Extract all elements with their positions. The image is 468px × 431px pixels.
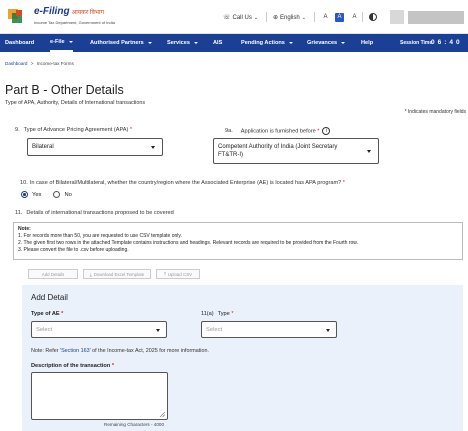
download-template-button[interactable]: ⤓ Download Excel Template <box>83 269 151 279</box>
breadcrumb-separator: > <box>30 61 34 66</box>
logo-subtitle: Income Tax Department, Government of Ind… <box>34 20 115 25</box>
radio-yes-label: Yes <box>32 191 42 198</box>
chevron-down-icon <box>367 150 371 153</box>
session-time-label: Session Time <box>400 40 433 46</box>
resize-handle-icon[interactable] <box>160 412 165 417</box>
description-label: Description of the transaction * <box>31 363 114 369</box>
note-line: 1. For records more than 50, you are req… <box>18 233 182 239</box>
nav-ais[interactable]: AIS <box>213 34 222 52</box>
phone-icon: ☏ <box>223 15 231 21</box>
note-line: 2. The given first two rows in the attac… <box>18 240 358 246</box>
emblem-logo-icon[interactable] <box>4 6 32 28</box>
nav-help[interactable]: Help <box>361 34 373 52</box>
radio-no[interactable] <box>53 191 61 198</box>
call-us-label: Call Us <box>232 14 252 21</box>
chevron-down-icon: ⌄ <box>301 14 306 21</box>
application-furnished-value: Competent Authority of India (Joint Secr… <box>218 144 338 158</box>
nav-authorised-partners[interactable]: Authorised Partners <box>90 34 152 52</box>
upload-icon: ⤒ <box>163 271 166 277</box>
chevron-down-icon <box>341 42 346 44</box>
note-box: Note: 1. For records more than 50, you a… <box>13 222 463 260</box>
application-furnished-select[interactable]: Competent Authority of India (Joint Secr… <box>213 138 379 164</box>
font-decrease-button[interactable]: A <box>321 13 330 22</box>
main-nav: Dashboard e-File Authorised Partners Ser… <box>0 34 468 52</box>
radio-no-label: No <box>64 191 72 198</box>
chevron-down-icon <box>288 42 293 44</box>
type-select[interactable]: Select <box>201 321 337 338</box>
add-detail-title: Add Detail <box>31 293 68 302</box>
contrast-icon[interactable] <box>369 13 377 21</box>
section-note: Note: Refer 'Section 163' of the Income-… <box>31 348 209 354</box>
chevron-down-icon <box>194 42 199 44</box>
upload-csv-button[interactable]: ⤒ Upload CSV <box>156 269 200 279</box>
globe-icon: ⊕ <box>273 15 279 21</box>
remaining-characters: Remaining Characters - 4000 <box>104 422 165 427</box>
font-increase-button[interactable]: A <box>350 13 359 22</box>
divider <box>362 12 363 22</box>
user-name-redacted[interactable] <box>408 11 464 24</box>
note-title: Note: <box>18 226 31 232</box>
chevron-down-icon: ⌄ <box>253 14 259 21</box>
nav-services[interactable]: Services <box>167 34 199 52</box>
chevron-down-icon <box>68 41 73 43</box>
breadcrumb-current: Income-tax Forms <box>36 61 74 66</box>
logo-title[interactable]: e-Filing आयकर विभाग <box>34 6 104 17</box>
apa-type-value: Bilateral <box>32 144 54 150</box>
apa-type-label: 9. Type of Advance Pricing Agreement (APA… <box>15 127 133 133</box>
note-line: 3. Please convert the file to .csv befor… <box>18 247 129 253</box>
radio-yes[interactable] <box>21 191 28 198</box>
nav-grievances[interactable]: Grievances <box>307 34 346 52</box>
divider <box>314 12 315 22</box>
type-of-ae-label: Type of AE * <box>31 311 64 317</box>
chevron-down-icon <box>326 328 330 332</box>
page-subtitle: Type of APA, Authority, Details of Inter… <box>5 100 146 106</box>
apa-program-radio-group: Yes No <box>21 191 72 198</box>
language-select[interactable]: ⊕ English ⌄ <box>273 14 306 22</box>
type-label: 11(a) Type * <box>201 311 234 317</box>
type-of-ae-placeholder: Select <box>36 326 53 333</box>
avatar[interactable] <box>390 10 404 24</box>
language-label: English <box>280 14 300 21</box>
chevron-down-icon <box>147 42 152 44</box>
add-details-button[interactable]: Add Details <box>28 269 78 279</box>
top-header: e-Filing आयकर विभाग Income Tax Department… <box>0 0 468 34</box>
type-placeholder: Select <box>206 326 223 333</box>
info-icon[interactable]: i <box>322 127 331 135</box>
call-us-menu[interactable]: ☏ Call Us ⌄ <box>223 14 259 22</box>
nav-dashboard[interactable]: Dashboard <box>5 34 34 52</box>
session-timer: 06:40 <box>431 39 463 46</box>
international-transactions-label: 11. Details of international transactions… <box>15 210 174 216</box>
download-icon: ⤓ <box>89 271 92 277</box>
description-textarea[interactable] <box>31 372 168 420</box>
chevron-down-icon <box>151 146 155 149</box>
breadcrumb-dashboard[interactable]: Dashboard <box>5 61 27 66</box>
logo-hindi: आयकर विभाग <box>71 10 104 16</box>
chevron-down-icon <box>156 328 160 332</box>
apa-program-question: 10. In case of Bilateral/Multilateral, wh… <box>20 180 345 186</box>
type-of-ae-select[interactable]: Select <box>31 321 167 338</box>
section-163-link[interactable]: 'Section 163' <box>60 348 91 354</box>
nav-e-file[interactable]: e-File <box>50 34 73 52</box>
page-title: Part B - Other Details <box>5 83 124 97</box>
nav-pending-actions[interactable]: Pending Actions <box>241 34 293 52</box>
application-furnished-label: 9a. Application is furnished before * i <box>225 127 331 135</box>
font-default-button[interactable]: A <box>335 13 344 22</box>
divider <box>266 12 267 22</box>
apa-type-select[interactable]: Bilateral <box>27 138 163 156</box>
mandatory-note: * Indicates mandatory fields <box>404 109 466 115</box>
breadcrumb: Dashboard > Income-tax Forms <box>5 61 74 66</box>
